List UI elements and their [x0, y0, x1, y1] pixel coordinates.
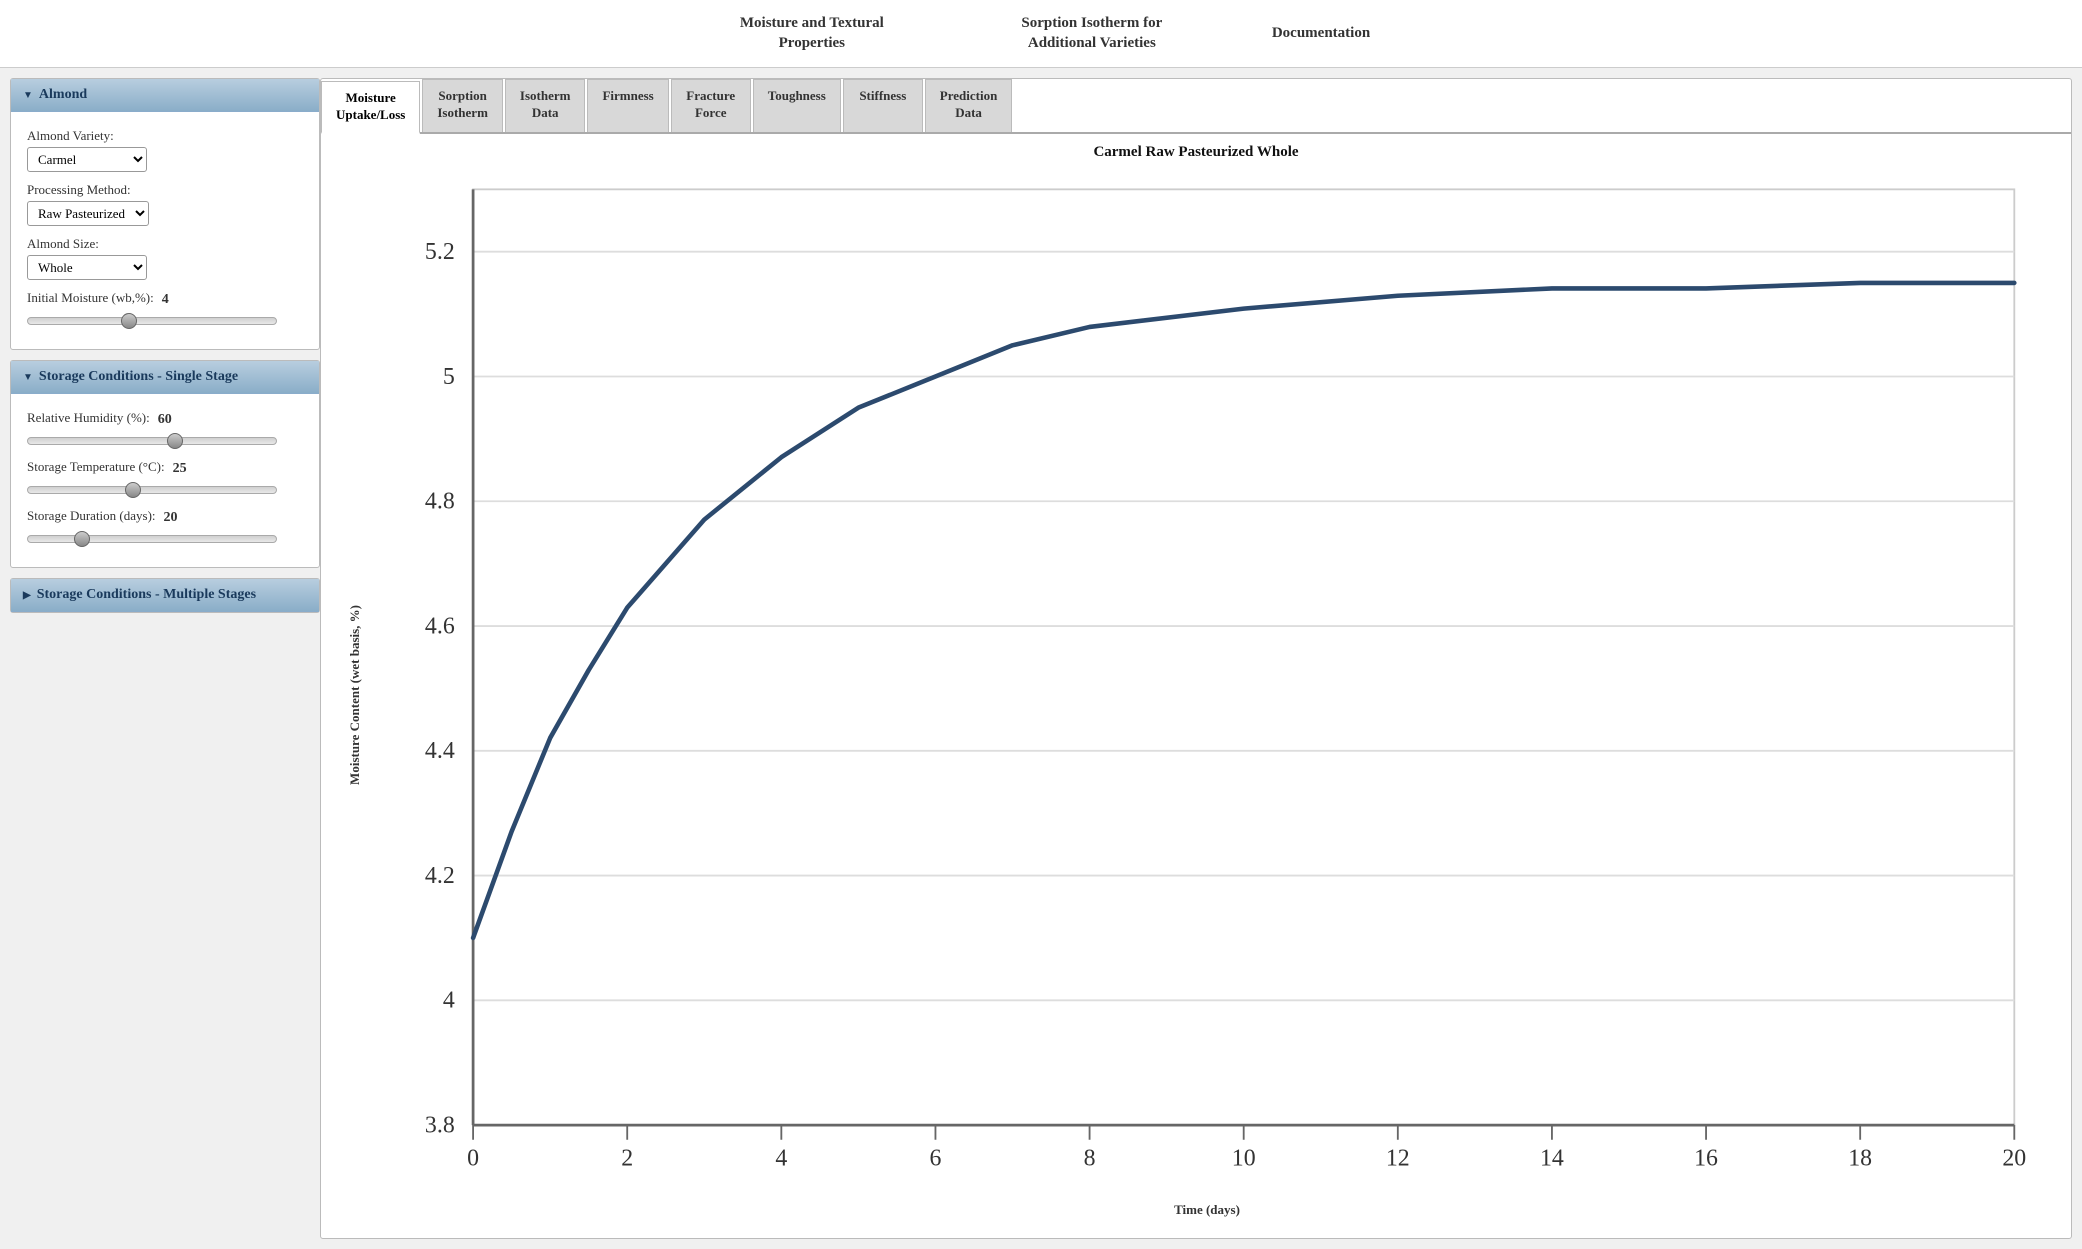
almond-panel: ▼ Almond Almond Variety: Carmel Nonparei…: [10, 78, 320, 350]
almond-panel-title: Almond: [39, 87, 87, 103]
temperature-label: Storage Temperature (°C):: [27, 459, 165, 475]
storage-single-arrow: ▼: [23, 372, 33, 383]
chart-area: Carmel Raw Pasteurized Whole Moisture Co…: [321, 134, 2071, 1238]
storage-multiple-title: Storage Conditions - Multiple Stages: [37, 587, 256, 603]
svg-text:4: 4: [443, 987, 455, 1013]
moisture-slider-container: [27, 313, 303, 329]
nav-sorption-isotherm[interactable]: Sorption Isotherm for Additional Varieti…: [992, 14, 1192, 53]
duration-slider-container: [27, 531, 303, 547]
main-layout: ▼ Almond Almond Variety: Carmel Nonparei…: [0, 68, 2082, 1249]
content-area: MoistureUptake/Loss SorptionIsotherm Iso…: [320, 78, 2072, 1239]
tab-sorption-isotherm[interactable]: SorptionIsotherm: [422, 79, 503, 132]
svg-text:0: 0: [467, 1145, 479, 1171]
tab-stiffness[interactable]: Stiffness: [843, 79, 923, 132]
tab-firmness[interactable]: Firmness: [587, 79, 668, 132]
svg-text:4: 4: [775, 1145, 787, 1171]
svg-text:16: 16: [1694, 1145, 1718, 1171]
storage-multiple-arrow: ▶: [23, 590, 31, 601]
humidity-field: Relative Humidity (%): 60: [27, 410, 303, 449]
size-select[interactable]: Whole Slivered Sliced Diced: [27, 255, 147, 280]
svg-text:18: 18: [1848, 1145, 1872, 1171]
tabs-bar: MoistureUptake/Loss SorptionIsotherm Iso…: [321, 79, 2071, 134]
size-select-wrapper: Whole Slivered Sliced Diced: [27, 255, 303, 280]
temperature-slider[interactable]: [27, 486, 277, 494]
processing-select[interactable]: Raw Pasteurized Roasted Blanched: [27, 201, 149, 226]
y-axis-label: Moisture Content (wet basis, %): [341, 605, 363, 785]
svg-text:3.8: 3.8: [425, 1112, 455, 1138]
processing-field: Processing Method: Raw Pasteurized Roast…: [27, 182, 303, 226]
almond-panel-arrow: ▼: [23, 90, 33, 101]
storage-multiple-panel: ▶ Storage Conditions - Multiple Stages: [10, 578, 320, 613]
size-label: Almond Size:: [27, 236, 303, 252]
svg-text:4.2: 4.2: [425, 863, 455, 889]
temperature-value: 25: [173, 461, 197, 477]
nav-moisture-textural[interactable]: Moisture and Textural Properties: [712, 14, 912, 53]
humidity-value: 60: [158, 412, 182, 428]
duration-value: 20: [164, 510, 188, 526]
storage-single-header[interactable]: ▼ Storage Conditions - Single Stage: [11, 361, 319, 394]
svg-text:10: 10: [1232, 1145, 1256, 1171]
almond-panel-body: Almond Variety: Carmel Nonpareil Butte P…: [11, 112, 319, 349]
duration-slider[interactable]: [27, 535, 277, 543]
size-field: Almond Size: Whole Slivered Sliced Diced: [27, 236, 303, 280]
humidity-slider[interactable]: [27, 437, 277, 445]
storage-single-body: Relative Humidity (%): 60 Storage Temper…: [11, 394, 319, 567]
svg-text:6: 6: [929, 1145, 941, 1171]
svg-text:14: 14: [1540, 1145, 1564, 1171]
almond-panel-header[interactable]: ▼ Almond: [11, 79, 319, 112]
chart-inner: 3.8 4 4.2 4.4 4.6 4.8 5 5.2 0: [363, 171, 2051, 1218]
duration-label: Storage Duration (days):: [27, 508, 156, 524]
x-axis-label: Time (days): [363, 1202, 2051, 1218]
variety-label: Almond Variety:: [27, 128, 303, 144]
moisture-slider[interactable]: [27, 317, 277, 325]
tab-isotherm-data[interactable]: IsothermData: [505, 79, 586, 132]
temperature-field: Storage Temperature (°C): 25: [27, 459, 303, 498]
svg-text:5.2: 5.2: [425, 239, 455, 265]
tab-prediction-data[interactable]: PredictionData: [925, 79, 1013, 132]
variety-field: Almond Variety: Carmel Nonpareil Butte P…: [27, 128, 303, 172]
svg-text:5: 5: [443, 364, 455, 390]
processing-label: Processing Method:: [27, 182, 303, 198]
sidebar: ▼ Almond Almond Variety: Carmel Nonparei…: [10, 78, 320, 1239]
storage-multiple-header[interactable]: ▶ Storage Conditions - Multiple Stages: [11, 579, 319, 612]
moisture-value: 4: [162, 292, 186, 308]
svg-text:20: 20: [2002, 1145, 2026, 1171]
chart-title: Carmel Raw Pasteurized Whole: [341, 144, 2051, 161]
tab-fracture-force[interactable]: FractureForce: [671, 79, 751, 132]
moisture-field: Initial Moisture (wb,%): 4: [27, 290, 303, 329]
svg-text:8: 8: [1084, 1145, 1096, 1171]
processing-select-wrapper: Raw Pasteurized Roasted Blanched: [27, 201, 303, 226]
moisture-label: Initial Moisture (wb,%):: [27, 290, 154, 306]
chart-svg: 3.8 4 4.2 4.4 4.6 4.8 5 5.2 0: [363, 171, 2051, 1198]
chart-wrapper: Moisture Content (wet basis, %): [341, 171, 2051, 1218]
storage-single-panel: ▼ Storage Conditions - Single Stage Rela…: [10, 360, 320, 568]
svg-text:4.6: 4.6: [425, 613, 455, 639]
duration-field: Storage Duration (days): 20: [27, 508, 303, 547]
variety-select[interactable]: Carmel Nonpareil Butte Padre: [27, 147, 147, 172]
svg-text:4.8: 4.8: [425, 488, 455, 514]
variety-select-wrapper: Carmel Nonpareil Butte Padre: [27, 147, 303, 172]
svg-text:12: 12: [1386, 1145, 1410, 1171]
humidity-slider-container: [27, 433, 303, 449]
svg-text:2: 2: [621, 1145, 633, 1171]
tab-moisture-uptake[interactable]: MoistureUptake/Loss: [321, 81, 420, 134]
storage-single-title: Storage Conditions - Single Stage: [39, 369, 238, 385]
temperature-slider-container: [27, 482, 303, 498]
humidity-label: Relative Humidity (%):: [27, 410, 150, 426]
top-navigation: Moisture and Textural Properties Sorptio…: [0, 0, 2082, 68]
tab-toughness[interactable]: Toughness: [753, 79, 841, 132]
svg-text:4.4: 4.4: [425, 738, 455, 764]
nav-documentation[interactable]: Documentation: [1272, 24, 1370, 44]
